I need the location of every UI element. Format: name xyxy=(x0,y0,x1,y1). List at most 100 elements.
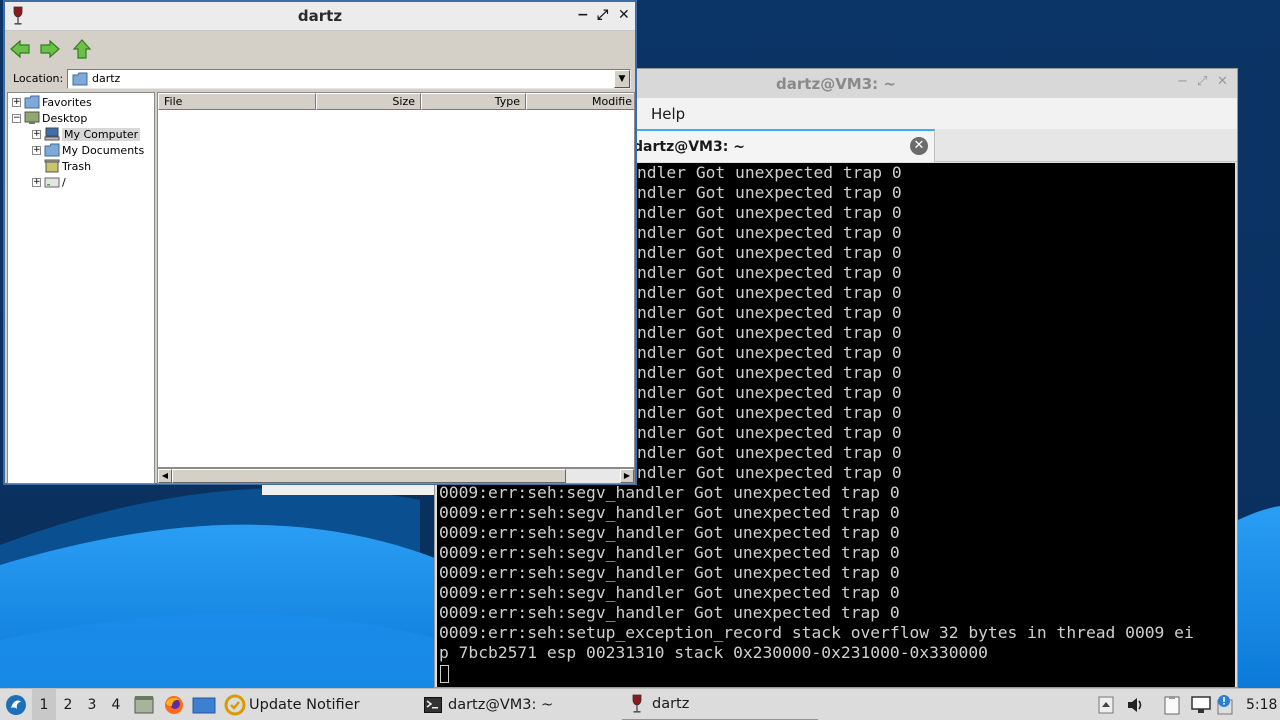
tray-expand-button[interactable] xyxy=(1098,689,1114,720)
terminal-line: ndler Got unexpected trap 0 xyxy=(637,323,902,342)
terminal-tab-label: dartz@VM3: ~ xyxy=(633,138,745,155)
terminal-line: 0009:err:seh:segv_handler Got unexpected… xyxy=(439,583,900,602)
desktop-icon xyxy=(24,111,40,124)
forward-arrow-icon[interactable] xyxy=(39,38,61,60)
terminal-line: 0009:err:seh:segv_handler Got unexpected… xyxy=(439,543,900,562)
desktop-icon xyxy=(192,697,216,714)
terminal-line: 0009:err:seh:segv_handler Got unexpected… xyxy=(439,563,900,582)
scrollbar-thumb[interactable] xyxy=(172,469,566,483)
terminal-line: p 7bcb2571 esp 00231310 stack 0x230000-0… xyxy=(439,643,988,662)
location-label: Location: xyxy=(13,72,64,85)
terminal-line: ndler Got unexpected trap 0 xyxy=(637,223,902,242)
volume-button[interactable] xyxy=(1126,689,1146,720)
tree-item-my-computer[interactable]: + My Computer xyxy=(32,126,141,142)
file-manager-title: dartz xyxy=(297,7,343,25)
terminal-line: 0009:err:seh:segv_handler Got unexpected… xyxy=(439,523,900,542)
firefox-icon xyxy=(165,696,183,714)
task-label: dartz@VM3: ~ xyxy=(448,697,554,713)
up-arrow-icon[interactable] xyxy=(71,38,93,60)
folder-tree[interactable]: + Favorites − Desktop + My Computer + My… xyxy=(7,92,155,484)
task-update-notifier[interactable]: Update Notifier xyxy=(224,689,360,720)
notification-button[interactable] xyxy=(1216,689,1236,720)
terminal-line: ndler Got unexpected trap 0 xyxy=(637,463,902,482)
terminal-icon xyxy=(424,697,442,713)
trash-icon xyxy=(44,159,60,173)
clock-time: 5:18 xyxy=(1246,697,1278,713)
tree-item-root[interactable]: + / xyxy=(32,174,66,190)
network-icon xyxy=(1191,696,1211,713)
wine-glass-icon xyxy=(13,6,23,25)
tree-item-label: Favorites xyxy=(42,95,92,109)
expand-icon[interactable]: + xyxy=(12,97,21,107)
workspace-2[interactable]: 2 xyxy=(56,689,80,720)
drive-icon xyxy=(44,177,60,188)
task-label: Update Notifier xyxy=(249,697,360,713)
window-fragment xyxy=(262,485,434,495)
terminal-line: ndler Got unexpected trap 0 xyxy=(637,243,902,262)
workspace-1[interactable]: 1 xyxy=(32,689,56,720)
expand-icon[interactable]: + xyxy=(32,145,41,155)
terminal-line: ndler Got unexpected trap 0 xyxy=(637,183,902,202)
back-arrow-icon[interactable] xyxy=(9,38,31,60)
documents-folder-icon xyxy=(44,143,60,157)
column-header-type[interactable]: Type xyxy=(421,93,526,110)
tree-item-label: / xyxy=(62,175,66,189)
maximize-button[interactable]: ⤢ xyxy=(597,7,608,23)
scroll-right-icon[interactable]: ▶ xyxy=(620,469,634,483)
column-header-modified[interactable]: Modifie xyxy=(526,93,634,110)
workspace-3[interactable]: 3 xyxy=(80,689,104,720)
terminal-line: ndler Got unexpected trap 0 xyxy=(637,443,902,462)
firefox-launcher[interactable] xyxy=(163,689,185,720)
expand-icon[interactable]: + xyxy=(32,177,41,187)
terminal-line: ndler Got unexpected trap 0 xyxy=(637,363,902,382)
task-wine-file-manager[interactable]: dartz xyxy=(622,689,818,720)
terminal-line: ndler Got unexpected trap 0 xyxy=(637,383,902,402)
tree-item-label: Desktop xyxy=(42,111,88,125)
minimize-button[interactable]: − xyxy=(577,7,589,23)
collapse-icon[interactable]: − xyxy=(12,113,21,123)
network-button[interactable] xyxy=(1190,689,1212,720)
file-manager-launcher[interactable] xyxy=(133,689,155,720)
terminal-line: 0009:err:seh:segv_handler Got unexpected… xyxy=(439,503,900,522)
menu-help[interactable]: Help xyxy=(651,105,685,123)
tray-up-arrow-icon xyxy=(1098,696,1114,714)
file-manager-window[interactable]: dartz − ⤢ ✕ Location: dartz ▼ + Favorite… xyxy=(3,0,637,485)
file-manager-titlebar[interactable]: dartz − ⤢ ✕ xyxy=(5,2,635,31)
file-manager-icon xyxy=(134,696,154,714)
task-terminal[interactable]: dartz@VM3: ~ xyxy=(424,689,553,720)
file-manager-toolbar xyxy=(5,31,635,67)
tree-item-label: My Documents xyxy=(62,143,145,157)
wine-glass-icon xyxy=(632,694,642,713)
tab-close-icon[interactable]: ✕ xyxy=(910,137,928,155)
start-menu-button[interactable] xyxy=(4,689,28,720)
update-notifier-icon xyxy=(224,694,246,716)
taskbar: 1 2 3 4 Update Notifier dartz@VM3: ~ dar… xyxy=(0,688,1280,720)
minimize-button[interactable]: − xyxy=(1177,74,1188,89)
clipboard-icon xyxy=(1164,696,1180,715)
dropdown-arrow-icon[interactable]: ▼ xyxy=(614,70,630,88)
close-button[interactable]: ✕ xyxy=(1217,74,1228,89)
clipboard-button[interactable] xyxy=(1162,689,1182,720)
workspace-4[interactable]: 4 xyxy=(104,689,128,720)
terminal-line: ndler Got unexpected trap 0 xyxy=(637,203,902,222)
terminal-line: ndler Got unexpected trap 0 xyxy=(637,403,902,422)
tree-item-trash[interactable]: Trash xyxy=(44,158,91,174)
terminal-line: ndler Got unexpected trap 0 xyxy=(637,303,902,322)
clock[interactable]: 5:18 xyxy=(1246,689,1277,720)
folder-icon xyxy=(72,72,88,86)
file-list[interactable]: File Size Type Modifie xyxy=(157,92,635,468)
task-label: dartz xyxy=(652,696,690,712)
scroll-left-icon[interactable]: ◀ xyxy=(158,469,172,483)
column-header-file[interactable]: File xyxy=(158,93,316,110)
show-desktop-launcher[interactable] xyxy=(192,689,216,720)
close-button[interactable]: ✕ xyxy=(618,7,630,23)
location-combobox[interactable]: dartz ▼ xyxy=(67,69,631,89)
folder-icon xyxy=(24,95,40,109)
tree-item-favorites[interactable]: + Favorites xyxy=(12,94,92,110)
tree-item-my-documents[interactable]: + My Documents xyxy=(32,142,144,158)
horizontal-scrollbar[interactable]: ◀ ▶ xyxy=(157,468,635,484)
tree-item-desktop[interactable]: − Desktop xyxy=(12,110,87,126)
maximize-button[interactable]: ⤢ xyxy=(1197,74,1207,89)
column-header-size[interactable]: Size xyxy=(316,93,421,110)
expand-icon[interactable]: + xyxy=(32,129,41,139)
